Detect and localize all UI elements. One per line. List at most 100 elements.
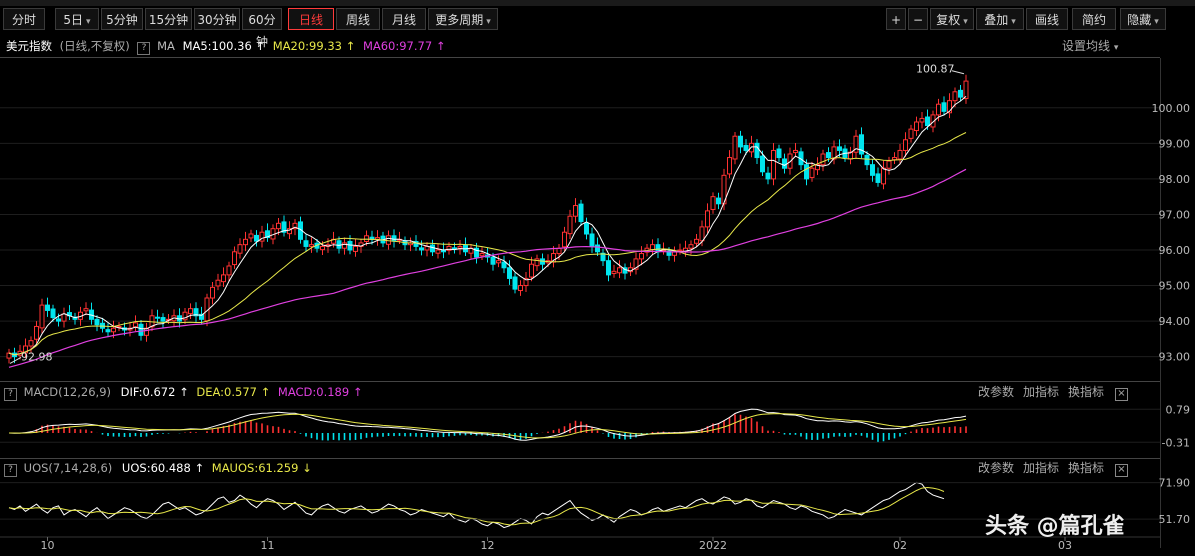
candle-body	[958, 89, 963, 98]
price-tick-label: 98.00	[1159, 173, 1191, 186]
candle-body	[479, 253, 485, 257]
chart-canvas[interactable]: 100.00 99.00 98.00 97.00 96.00 95.00 94.00 93.0…	[0, 0, 1195, 556]
candle-body	[248, 233, 254, 239]
candle-body	[232, 251, 237, 266]
candle-body	[457, 245, 463, 249]
candle-body	[809, 167, 815, 178]
price-tick-label: 93.00	[1159, 351, 1191, 364]
candle-body	[875, 173, 881, 183]
candle-body	[881, 167, 886, 185]
candle-body	[606, 260, 611, 276]
candle-body	[111, 327, 116, 333]
candle-body	[221, 274, 226, 283]
candle-body	[886, 160, 892, 169]
candle-body	[864, 154, 870, 166]
price-tick-label: 94.00	[1159, 315, 1191, 328]
candle-body	[732, 135, 738, 160]
candle-body	[424, 245, 430, 251]
candle-body	[419, 247, 424, 251]
candle-body	[743, 144, 749, 151]
x-tick-label: 03	[1058, 539, 1072, 552]
candle-body	[804, 164, 809, 180]
candle-body	[50, 308, 56, 319]
candle-body	[61, 313, 67, 322]
x-tick-label: 02	[893, 539, 907, 552]
candle-body	[914, 121, 919, 132]
candle-body	[386, 235, 391, 245]
candle-body	[771, 149, 776, 180]
candle-body	[94, 318, 100, 326]
candle-body	[908, 128, 914, 139]
candle-body	[39, 304, 45, 329]
low-pointer	[9, 356, 22, 364]
candle-body	[963, 80, 969, 100]
candle-body	[589, 233, 595, 247]
candle-body	[650, 244, 655, 251]
candle-body	[710, 196, 716, 210]
candle-body	[496, 260, 501, 264]
candle-body	[705, 210, 710, 228]
candle-body	[820, 153, 826, 166]
macd-tick-label: 0.79	[1166, 403, 1191, 416]
ma60-line	[8, 168, 967, 368]
candle-body	[34, 325, 39, 340]
low-price-label: 92.98	[21, 350, 53, 363]
candle-body	[138, 323, 144, 336]
candle-body	[518, 285, 523, 292]
candle-body	[188, 308, 193, 315]
candle-body	[611, 270, 617, 274]
candle-body	[105, 329, 111, 333]
x-tick-label: 12	[481, 539, 495, 552]
candle-body	[870, 164, 875, 176]
x-tick-label: 10	[41, 539, 55, 552]
candle-body	[639, 253, 644, 260]
candle-body	[430, 244, 435, 253]
candle-body	[215, 279, 221, 287]
macd-tick-label: -0.31	[1162, 436, 1190, 449]
candle-body	[578, 203, 584, 223]
candle-body	[584, 222, 589, 235]
candle-body	[754, 142, 760, 159]
candle-body	[160, 317, 166, 322]
candle-body	[765, 172, 771, 180]
candle-body	[452, 247, 457, 250]
watermark: 头条 @篇孔雀	[985, 514, 1125, 539]
candle-body	[391, 235, 397, 242]
price-tick-label: 100.00	[1152, 102, 1191, 115]
x-tick-label: 11	[261, 539, 275, 552]
candle-body	[941, 102, 947, 112]
candle-body	[226, 265, 232, 276]
candle-body	[276, 222, 281, 230]
candle-body	[699, 226, 705, 242]
candle-body	[738, 135, 743, 148]
candle-body	[573, 205, 578, 217]
candle-body	[925, 116, 930, 127]
candle-body	[782, 158, 787, 169]
candle-body	[83, 308, 89, 312]
candle-body	[243, 238, 248, 246]
candle-body	[133, 322, 138, 328]
candle-body	[28, 340, 34, 347]
uos-tick-label: 51.70	[1159, 513, 1191, 526]
candle-body	[952, 91, 958, 102]
candle-body	[320, 245, 325, 251]
uos-line	[8, 481, 945, 529]
candle-body	[903, 139, 908, 151]
candle-body	[353, 245, 358, 252]
candle-body	[210, 286, 215, 299]
candle-body	[936, 103, 941, 116]
candle-body	[727, 157, 732, 175]
candle-body	[919, 117, 925, 123]
candle-body	[694, 238, 699, 244]
candle-body	[512, 276, 518, 290]
candle-body	[490, 256, 496, 265]
candle-body	[507, 267, 512, 279]
candle-body	[347, 240, 353, 251]
candle-body	[826, 152, 831, 159]
candle-body	[303, 240, 309, 247]
candle-body	[688, 244, 694, 249]
candle-body	[529, 263, 534, 278]
candle-body	[760, 155, 765, 173]
candle-body	[237, 244, 243, 254]
candle-body	[336, 240, 342, 249]
